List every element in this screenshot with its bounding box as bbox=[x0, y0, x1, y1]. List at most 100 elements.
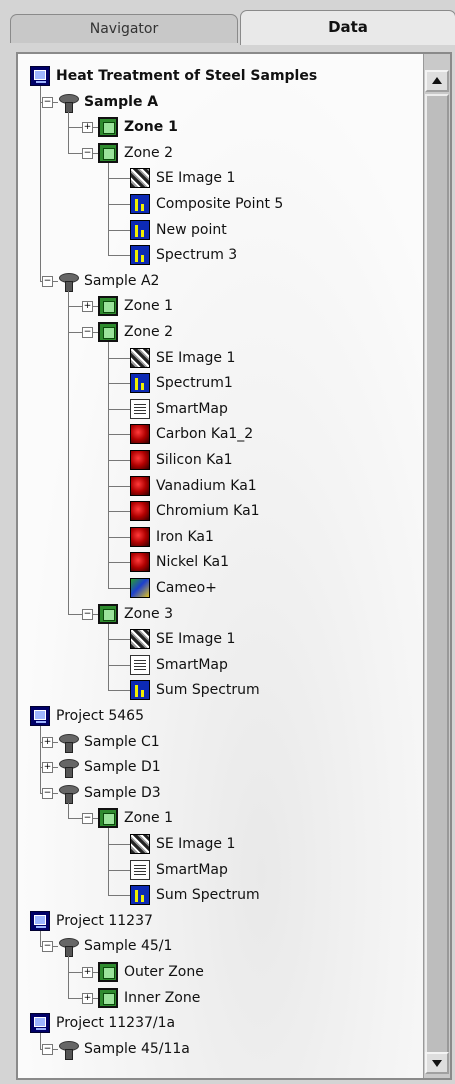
tree-node[interactable]: Vanadium Ka1 bbox=[18, 474, 418, 498]
tree-node[interactable]: Iron Ka1 bbox=[18, 525, 418, 549]
tree-node[interactable]: + Inner Zone bbox=[18, 986, 418, 1010]
scroll-up-button[interactable] bbox=[425, 70, 449, 92]
tree-node[interactable]: Project 11237/1a bbox=[18, 1011, 418, 1035]
tree-connector bbox=[108, 408, 130, 410]
tree-node[interactable]: + Zone 1 bbox=[18, 294, 418, 318]
tree-node-label: Silicon Ka1 bbox=[156, 452, 233, 468]
tree-node[interactable]: − Zone 2 bbox=[18, 141, 418, 165]
tree-node[interactable]: + Sample C1 bbox=[18, 730, 418, 754]
spectrum-icon bbox=[130, 885, 150, 906]
tree-node-label: SE Image 1 bbox=[156, 349, 236, 366]
expand-icon[interactable]: + bbox=[42, 736, 53, 748]
expand-icon[interactable]: + bbox=[82, 967, 93, 978]
tree-node-label: Spectrum 3 bbox=[156, 247, 238, 264]
tree-node[interactable]: Spectrum1 bbox=[18, 371, 418, 395]
data-tree-panel: Heat Treatment of Steel Samples − Sample A… bbox=[16, 52, 452, 1080]
tree-node[interactable]: − Zone 3 bbox=[18, 602, 418, 626]
collapse-icon[interactable]: − bbox=[82, 327, 93, 338]
tree-node[interactable]: − Zone 2 bbox=[18, 320, 418, 344]
scroll-down-button[interactable] bbox=[425, 1052, 449, 1074]
collapse-icon[interactable]: − bbox=[42, 275, 53, 287]
tree-node-label: Nickel Ka1 bbox=[156, 554, 230, 571]
tree-node-label: Inner Zone bbox=[124, 989, 201, 1006]
tree-node[interactable]: + Sample D1 bbox=[18, 755, 418, 779]
tab-navigator[interactable]: Navigator bbox=[10, 14, 238, 43]
tree-node[interactable]: Sum Spectrum bbox=[18, 678, 418, 702]
tree-node-label: Zone 1 bbox=[124, 119, 178, 136]
tree-node-label: Zone 2 bbox=[124, 324, 173, 340]
tree-connector bbox=[108, 485, 130, 487]
collapse-icon[interactable]: − bbox=[82, 813, 93, 825]
tree-node[interactable]: SmartMap bbox=[18, 397, 418, 421]
tree-node[interactable]: + Zone 1 bbox=[18, 115, 418, 139]
tree-node[interactable]: − Sample 45/11a bbox=[18, 1037, 418, 1061]
tree-node[interactable]: SE Image 1 bbox=[18, 627, 418, 651]
smartmap-icon bbox=[130, 859, 150, 880]
tree-node[interactable]: − Sample 45/1 bbox=[18, 934, 418, 958]
element-map-icon bbox=[130, 501, 150, 522]
tree-node[interactable]: SmartMap bbox=[18, 858, 418, 882]
tree-connector bbox=[108, 869, 130, 871]
tree-node-label: Chromium Ka1 bbox=[156, 503, 260, 520]
element-map-icon bbox=[130, 552, 150, 573]
tree-node[interactable]: New point bbox=[18, 218, 418, 242]
tree-node-label: Zone 2 bbox=[124, 144, 173, 161]
tree-node[interactable]: SmartMap bbox=[18, 653, 418, 677]
tree-node[interactable]: Silicon Ka1 bbox=[18, 448, 418, 472]
tree-node[interactable]: Composite Point 5 bbox=[18, 192, 418, 216]
collapse-icon[interactable]: − bbox=[42, 941, 53, 953]
tree-node[interactable]: SE Image 1 bbox=[18, 166, 418, 190]
tree-connector bbox=[68, 111, 69, 153]
scroll-thumb[interactable] bbox=[425, 94, 449, 1054]
tree-node[interactable]: Project 5465 bbox=[18, 704, 418, 728]
tree-node-label: Sample D3 bbox=[84, 784, 161, 801]
tree-node[interactable]: Project 11237 bbox=[18, 909, 418, 933]
tree-node[interactable]: Carbon Ka1_2 bbox=[18, 422, 418, 446]
tab-data[interactable]: Data bbox=[240, 10, 455, 45]
collapse-icon[interactable]: − bbox=[42, 787, 53, 799]
tree-node-label: Sample A bbox=[84, 93, 159, 110]
smartmap-icon bbox=[130, 398, 150, 419]
tree-node[interactable]: SE Image 1 bbox=[18, 346, 418, 370]
tree-node[interactable]: SE Image 1 bbox=[18, 832, 418, 856]
collapse-icon[interactable]: − bbox=[42, 96, 53, 108]
tree-node-label: Zone 1 bbox=[124, 298, 173, 315]
tree-node-label: Cameo+ bbox=[156, 580, 217, 596]
collapse-icon[interactable]: − bbox=[82, 147, 93, 159]
tree-node[interactable]: − Zone 1 bbox=[18, 806, 418, 830]
sample-stage-icon bbox=[58, 271, 79, 292]
tree-node-label: Iron Ka1 bbox=[156, 528, 214, 545]
tree-node-label: Sample A2 bbox=[84, 272, 160, 289]
smartmap-icon bbox=[130, 654, 150, 675]
tree-node[interactable]: − Sample A bbox=[18, 90, 418, 114]
tree-connector bbox=[108, 342, 109, 588]
tree-node-label: New point bbox=[156, 221, 227, 238]
tree-node[interactable]: Spectrum 3 bbox=[18, 243, 418, 267]
expand-icon[interactable]: + bbox=[82, 122, 93, 134]
tree-node[interactable]: + Outer Zone bbox=[18, 960, 418, 984]
tree-node[interactable]: Heat Treatment of Steel Samples bbox=[18, 64, 418, 88]
tree-node[interactable]: − Sample D3 bbox=[18, 781, 418, 805]
tree-node[interactable]: Nickel Ka1 bbox=[18, 550, 418, 574]
element-map-icon bbox=[130, 424, 150, 445]
collapse-icon[interactable]: − bbox=[42, 1043, 53, 1055]
collapse-icon[interactable]: − bbox=[82, 608, 93, 620]
zone-icon bbox=[98, 142, 118, 163]
tree-node[interactable]: Sum Spectrum bbox=[18, 883, 418, 907]
tree-node-label: Sample D1 bbox=[84, 759, 161, 776]
expand-icon[interactable]: + bbox=[82, 992, 93, 1004]
tree-connector bbox=[108, 639, 130, 641]
tree-connector bbox=[40, 1033, 41, 1049]
zone-icon bbox=[98, 117, 118, 138]
tree-node[interactable]: Cameo+ bbox=[18, 576, 418, 600]
tree-node[interactable]: − Sample A2 bbox=[18, 269, 418, 293]
sample-stage-icon bbox=[58, 936, 79, 958]
expand-icon[interactable]: + bbox=[82, 301, 93, 313]
tree-node-label: SE Image 1 bbox=[156, 631, 236, 648]
tree-connector bbox=[108, 162, 109, 256]
tree-node-label: SmartMap bbox=[156, 400, 228, 417]
tree-node[interactable]: Chromium Ka1 bbox=[18, 499, 418, 523]
expand-icon[interactable]: + bbox=[42, 762, 53, 774]
tree-node-label: SE Image 1 bbox=[156, 836, 236, 852]
vertical-scrollbar[interactable] bbox=[423, 54, 450, 1078]
